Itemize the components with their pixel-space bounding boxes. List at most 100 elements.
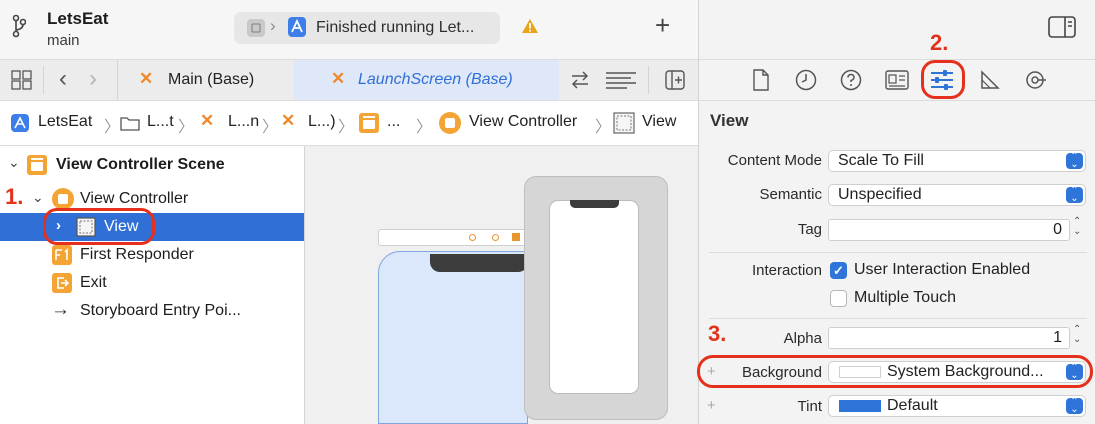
add-editor-icon[interactable] — [665, 70, 685, 90]
scene-label: View Controller Scene — [56, 156, 225, 173]
tint-label: Tint — [797, 398, 822, 415]
grid-icon[interactable] — [11, 70, 33, 90]
sidebar-toggle-icon[interactable] — [1048, 16, 1076, 38]
storyboard-icon: ✕ — [281, 111, 296, 130]
chevron-right-icon: › — [270, 16, 276, 35]
storyboard-icon: ✕ — [200, 111, 215, 130]
outline-item-storyboard-entry[interactable]: → Storyboard Entry Poi... — [0, 297, 304, 325]
tab-label: Main (Base) — [168, 71, 255, 88]
tint-color-popup[interactable]: Default ⌃ ⌄ — [828, 395, 1086, 417]
semantic-label: Semantic — [759, 186, 822, 203]
annotation-highlight-view — [43, 208, 155, 245]
view-controller-icon — [439, 112, 461, 134]
tint-swatch — [839, 400, 881, 412]
view-icon — [613, 112, 635, 134]
tag-label: Tag — [797, 221, 822, 238]
title-bar: LetsEat main › Finished running Let... + — [0, 0, 698, 60]
jump-item-project[interactable]: LetsEat — [38, 113, 92, 131]
branch-icon — [12, 14, 26, 38]
disclosure-open-icon[interactable]: ⌄ — [8, 154, 20, 171]
content-mode-label: Content Mode — [727, 152, 822, 169]
lines-icon[interactable] — [605, 71, 637, 89]
disclosure-open-icon[interactable]: ⌄ — [32, 189, 44, 206]
outline-scene-row[interactable]: ⌄ View Controller Scene — [0, 151, 304, 179]
dock-first-responder-icon[interactable] — [492, 234, 499, 241]
outline-item-exit[interactable]: Exit — [0, 269, 304, 297]
chevron-right-icon: 〉 — [416, 119, 433, 136]
divider — [709, 318, 1087, 319]
scene-dock[interactable] — [378, 229, 528, 246]
storyboard-icon: ✕ — [139, 69, 154, 88]
tag-field[interactable]: 0 — [828, 219, 1070, 241]
chevron-right-icon: 〉 — [595, 119, 612, 136]
jump-item-group[interactable]: L...t — [147, 113, 174, 131]
outline-item-label: View Controller — [80, 190, 189, 207]
status-text: Finished running Let... — [316, 19, 475, 36]
popup-value: Scale To Fill — [838, 152, 924, 169]
folder-icon — [120, 117, 140, 131]
user-interaction-checkbox[interactable]: ✓ — [830, 262, 847, 279]
project-icon — [11, 114, 29, 132]
annotation-step-2: 2. — [930, 30, 949, 55]
popup-value: Unspecified — [838, 186, 922, 203]
chevron-right-icon: 〉 — [338, 119, 355, 136]
alpha-field[interactable]: 1 — [828, 327, 1070, 349]
divider — [699, 100, 1095, 101]
storyboard-icon: ✕ — [331, 69, 346, 88]
divider — [698, 0, 699, 424]
divider — [648, 66, 649, 94]
jump-item-view[interactable]: View — [642, 113, 676, 131]
tab-launchscreen[interactable]: ✕ LaunchScreen (Base) — [294, 60, 559, 100]
arrow-right-icon: → — [51, 299, 70, 320]
multiple-touch-checkbox[interactable] — [830, 290, 847, 307]
scene-icon — [359, 113, 379, 133]
swap-icon[interactable] — [569, 71, 591, 89]
dock-view-controller-icon[interactable] — [469, 234, 476, 241]
device-notch — [430, 254, 528, 272]
jump-item-base[interactable]: L...) — [308, 113, 336, 131]
chevron-right-icon: 〉 — [104, 119, 121, 136]
project-name: LetsEat — [47, 9, 109, 28]
forward-icon[interactable]: › — [89, 65, 97, 93]
jump-item-view-controller[interactable]: View Controller — [469, 113, 577, 131]
content-mode-popup[interactable]: Scale To Fill ⌃ ⌄ — [828, 150, 1086, 172]
identity-icon[interactable] — [885, 70, 909, 90]
size-icon[interactable] — [980, 70, 1000, 90]
popup-chevrons-icon: ⌃ ⌄ — [1066, 152, 1083, 170]
tag-value: 0 — [1053, 221, 1062, 238]
annotation-highlight-attributes — [921, 60, 965, 99]
tab-label: LaunchScreen (Base) — [358, 71, 513, 88]
popup-chevrons-icon: ⌃ ⌄ — [1066, 397, 1083, 415]
scene-icon — [27, 155, 47, 175]
view-controller-canvas[interactable] — [378, 251, 528, 424]
semantic-popup[interactable]: Unspecified ⌃ ⌄ — [828, 184, 1086, 206]
outline-item-view-controller[interactable]: ⌄ View Controller — [0, 185, 304, 213]
outline-item-label: First Responder — [80, 246, 194, 263]
dock-exit-icon[interactable] — [512, 233, 520, 241]
exit-icon — [52, 273, 72, 293]
jump-item-scene[interactable]: ... — [387, 113, 400, 131]
jump-item-file[interactable]: L...n — [228, 113, 259, 131]
warning-icon[interactable] — [521, 18, 539, 34]
divider — [709, 252, 1087, 253]
back-icon[interactable]: ‹ — [59, 65, 67, 93]
help-icon[interactable] — [840, 69, 862, 91]
chevron-right-icon: 〉 — [262, 119, 279, 136]
plus-icon[interactable]: + — [655, 12, 670, 38]
alpha-label: Alpha — [783, 330, 822, 347]
multiple-touch-label: Multiple Touch — [854, 289, 956, 306]
chevron-right-icon: 〉 — [178, 119, 195, 136]
file-inspector-icon[interactable] — [752, 69, 770, 91]
app-target-icon — [288, 17, 306, 37]
device-preview-screen — [549, 200, 639, 394]
alpha-stepper-icon[interactable]: ⌃ ⌄ — [1073, 325, 1081, 345]
tab-main[interactable]: ✕ Main (Base) — [118, 60, 294, 100]
outline-item-first-responder[interactable]: First Responder — [0, 241, 304, 269]
history-icon[interactable] — [795, 69, 817, 91]
popup-value: Default — [887, 397, 938, 414]
tag-stepper-icon[interactable]: ⌃ ⌄ — [1073, 217, 1081, 237]
inspector-section-title: View — [710, 111, 749, 130]
alpha-value: 1 — [1053, 329, 1062, 346]
divider — [699, 59, 1095, 60]
connections-icon[interactable] — [1025, 69, 1047, 91]
